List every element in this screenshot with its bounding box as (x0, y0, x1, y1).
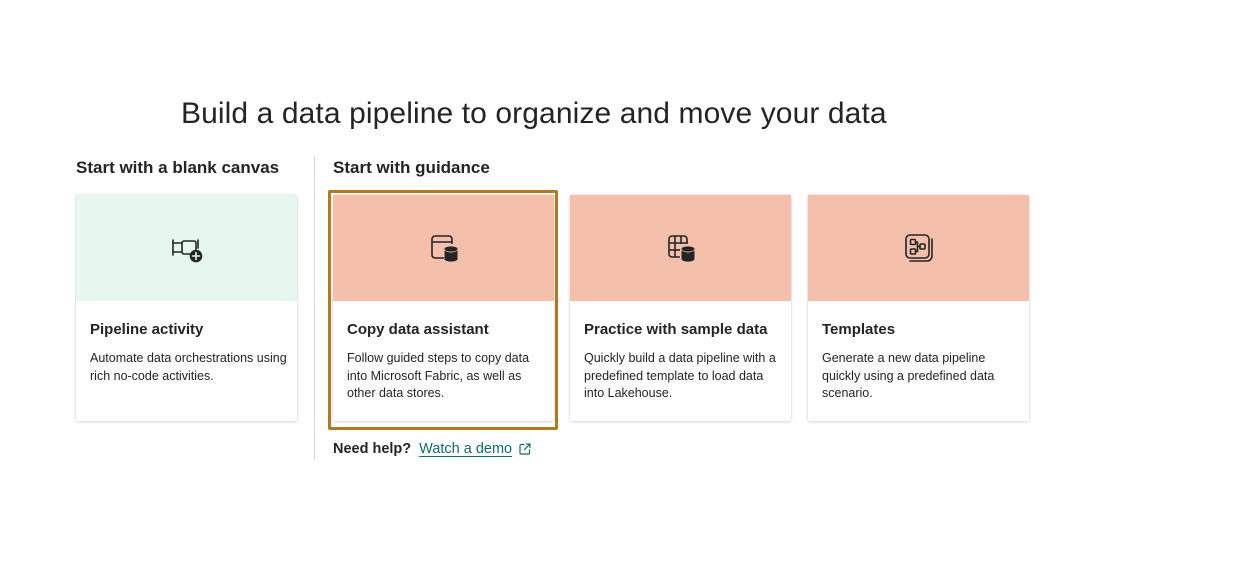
watch-demo-link[interactable]: Watch a demo (419, 441, 512, 457)
card-title: Practice with sample data (584, 321, 768, 338)
card-description: Follow guided steps to copy data into Mi… (347, 351, 530, 400)
card-banner (570, 195, 791, 301)
sample-data-icon (667, 235, 694, 262)
external-link-icon[interactable] (518, 442, 532, 456)
card-description: Automate data orchestrations using rich … (90, 351, 287, 383)
section-title-guidance: Start with guidance (333, 158, 490, 177)
section-title-blank-canvas: Start with a blank canvas (76, 158, 280, 177)
card-banner (333, 195, 554, 301)
templates-icon (904, 234, 933, 262)
card-title: Templates (822, 321, 896, 338)
pipeline-start-page: Build a data pipeline to organize and mo… (0, 0, 1240, 563)
page-title: Build a data pipeline to organize and mo… (181, 97, 887, 130)
help-row: Need help? Watch a demo (333, 441, 532, 457)
pipeline-add-icon (171, 239, 202, 263)
sample-data-card[interactable]: Practice with sample data Quickly build … (570, 195, 791, 421)
copy-data-assistant-card[interactable]: Copy data assistant Follow guided steps … (333, 195, 554, 421)
card-banner (808, 195, 1029, 301)
card-description: Generate a new data pipeline quickly usi… (822, 351, 995, 400)
pipeline-activity-card[interactable]: Pipeline activity Automate data orchestr… (76, 195, 297, 421)
help-label: Need help? (333, 441, 412, 457)
card-banner (76, 195, 297, 301)
templates-card[interactable]: Templates Generate a new data pipeline q… (808, 195, 1029, 421)
card-title: Copy data assistant (347, 321, 489, 338)
card-title: Pipeline activity (90, 321, 204, 338)
card-description: Quickly build a data pipeline with a pre… (584, 351, 776, 400)
section-divider (314, 156, 315, 460)
copy-data-icon (430, 235, 457, 262)
